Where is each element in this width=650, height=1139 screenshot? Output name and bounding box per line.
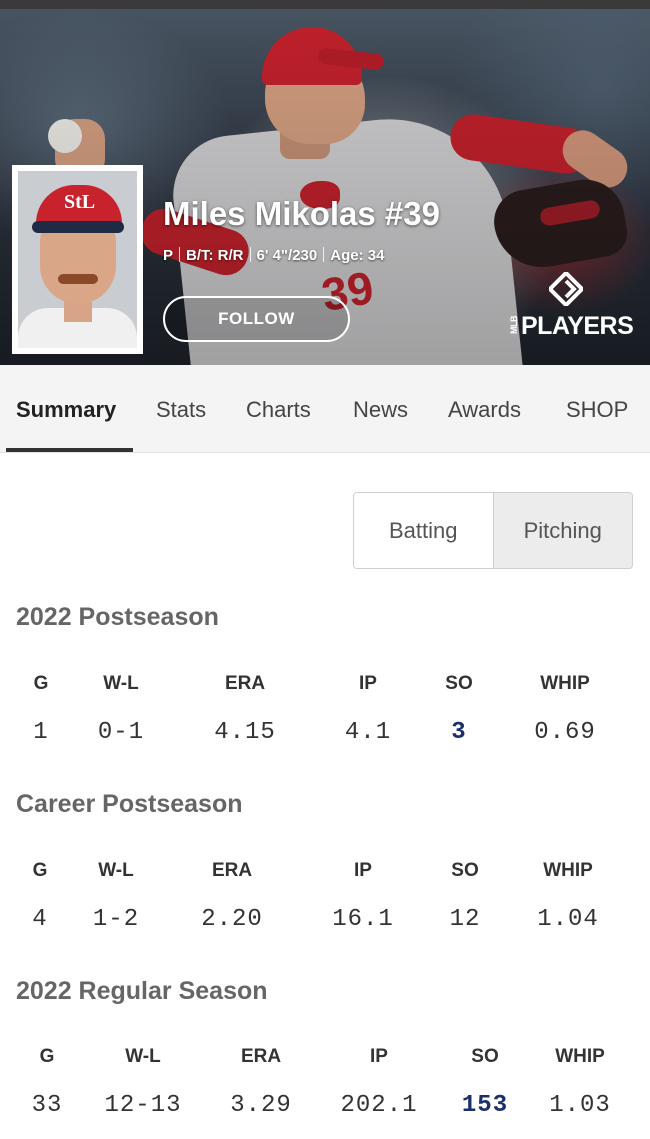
stat-header: W-L [103, 673, 139, 694]
active-tab-indicator [6, 448, 133, 452]
stat-header: WHIP [543, 860, 593, 881]
stat-value: 0-1 [97, 719, 145, 746]
stat-header: W-L [125, 1046, 161, 1067]
stat-value: 4 [32, 906, 48, 933]
stat-header: IP [370, 1046, 388, 1067]
stat-value-link[interactable]: 153 [462, 1092, 508, 1119]
stat-value: 4.15 [214, 719, 276, 746]
stat-type-toggle: Batting Pitching [353, 492, 633, 569]
stat-header: G [33, 673, 49, 694]
stat-value: 2.20 [201, 906, 263, 933]
stat-header: SO [471, 1046, 499, 1067]
section-title-career-postseason: Career Postseason [16, 790, 243, 818]
player-name: Miles Mikolas #39 [163, 195, 440, 232]
tab-awards[interactable]: Awards [448, 397, 521, 423]
stat-header: G [32, 860, 48, 881]
stat-header: WHIP [555, 1046, 605, 1067]
mlb-players-logo: MLBPLAYERS [505, 272, 634, 342]
tab-shop[interactable]: SHOP [566, 397, 628, 423]
stat-value: 202.1 [340, 1092, 418, 1119]
pitching-toggle-button[interactable]: Pitching [493, 493, 632, 568]
stat-header: ERA [211, 860, 253, 881]
stat-value: 0.69 [534, 719, 596, 746]
stat-value: 4.1 [344, 719, 392, 746]
player-bats-throws: B/T: R/R [186, 247, 244, 264]
tab-charts[interactable]: Charts [246, 397, 311, 423]
stat-value: 1 [33, 719, 49, 746]
stat-value: 33 [31, 1092, 63, 1119]
stat-header: SO [451, 860, 479, 881]
stat-value: 12 [449, 906, 481, 933]
tab-news[interactable]: News [353, 397, 408, 423]
stat-header: W-L [98, 860, 134, 881]
stat-value: 1.04 [537, 906, 599, 933]
tab-summary[interactable]: Summary [16, 397, 116, 423]
mlb-small-text: MLB [509, 316, 519, 334]
player-position: P [163, 247, 174, 264]
stat-header: ERA [224, 673, 266, 694]
stat-value: 1.03 [549, 1092, 611, 1119]
profile-tabs: Summary Stats Charts News Awards SHOP [0, 365, 650, 453]
status-bar [0, 0, 650, 9]
stat-value: 12-13 [104, 1092, 182, 1119]
player-bio-line: P B/T: R/R 6' 4"/230 Age: 34 [163, 247, 384, 264]
stat-header: IP [354, 860, 372, 881]
player-hero-banner: 39 StL Miles Mikolas #39 PB/T: R/R6' 4"/… [0, 9, 650, 365]
stat-value: 1-2 [92, 906, 140, 933]
stat-value-link[interactable]: 3 [451, 719, 466, 746]
batting-toggle-button[interactable]: Batting [354, 493, 494, 568]
player-height-weight: 6' 4"/230 [256, 247, 318, 264]
stat-header: WHIP [540, 673, 590, 694]
stat-value: 16.1 [332, 906, 394, 933]
stat-header: ERA [240, 1046, 282, 1067]
section-title-2022-regular-season: 2022 Regular Season [16, 977, 268, 1005]
section-title-2022-postseason: 2022 Postseason [16, 603, 219, 631]
stat-header: IP [359, 673, 377, 694]
player-age: Age: 34 [330, 247, 385, 264]
follow-button[interactable]: FOLLOW [163, 296, 350, 342]
stat-header: G [39, 1046, 55, 1067]
mlbpa-diamond-icon [549, 272, 583, 306]
tab-stats[interactable]: Stats [156, 397, 206, 423]
stat-value: 3.29 [230, 1092, 292, 1119]
player-headshot: StL [12, 165, 143, 354]
players-text: PLAYERS [521, 312, 634, 340]
stat-header: SO [445, 673, 473, 694]
